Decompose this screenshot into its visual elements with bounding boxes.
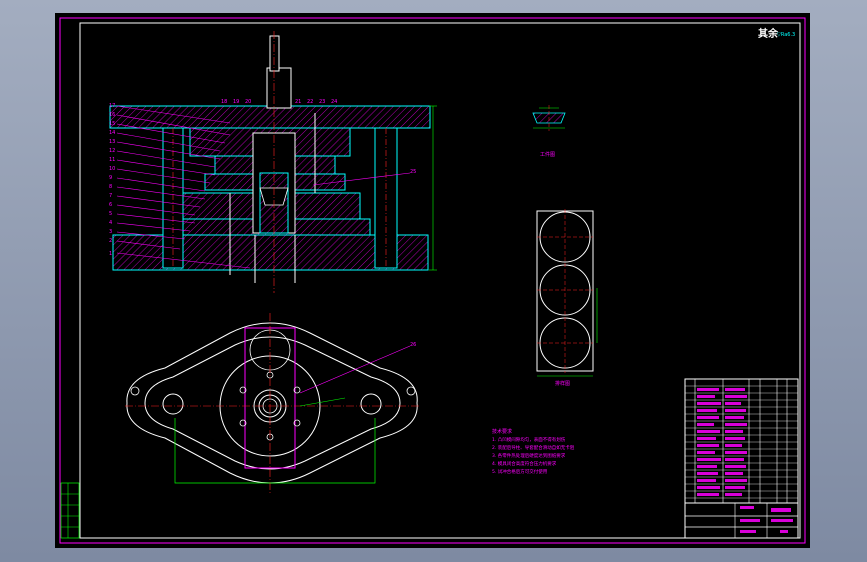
- part-label: 15: [109, 121, 115, 127]
- part-label: 5: [109, 211, 112, 217]
- outer-frame: [59, 17, 806, 544]
- workpiece-view[interactable]: [532, 105, 566, 131]
- part-label: 6: [109, 202, 112, 208]
- part-label: 11: [109, 157, 115, 163]
- part-label: 8: [109, 184, 112, 190]
- part-label: 14: [109, 130, 115, 136]
- tech-line: 5. 试冲合格后方可交付使用: [492, 468, 547, 475]
- tech-title: 技术要求: [492, 428, 512, 435]
- part-label: 3: [109, 229, 112, 235]
- callout-26: 26: [410, 342, 416, 348]
- part-label: 4: [109, 220, 112, 226]
- drawing-sheet[interactable]: 其余 ▽Ra6.3 17 16 15 14 13 12 11 10 9 8 7 …: [55, 13, 810, 548]
- left-stamp: [60, 482, 80, 539]
- layout-label: 排样图: [555, 380, 570, 387]
- tech-line: 4. 模具闭合高度符合压力机要求: [492, 460, 557, 467]
- part-label: 20: [245, 99, 251, 105]
- strip-layout[interactable]: [536, 209, 598, 377]
- corner-note-glyph: 其余: [758, 27, 779, 40]
- part-label: 13: [109, 139, 115, 145]
- tech-line: 1. 凸凹模间隙均匀，表面不得有划伤: [492, 436, 566, 443]
- part-label: 21: [295, 99, 301, 105]
- corner-note-value: ▽Ra6.3: [777, 32, 795, 38]
- section-view[interactable]: [109, 31, 437, 293]
- part-label: 7: [109, 193, 112, 199]
- part-label: 24: [331, 99, 337, 105]
- part-label: 16: [109, 112, 115, 118]
- part-label: 22: [307, 99, 313, 105]
- part-label: 23: [319, 99, 325, 105]
- tech-line: 2. 装配后导柱、导套配合滑动自如无卡阻: [492, 444, 575, 451]
- tech-requirements: 技术要求 1. 凸凹模间隙均匀，表面不得有划伤 2. 装配后导柱、导套配合滑动自…: [492, 428, 575, 475]
- part-label: 9: [109, 175, 112, 181]
- plan-view[interactable]: [125, 313, 420, 493]
- part-label: 10: [109, 166, 115, 172]
- callout-25: 25: [410, 169, 416, 175]
- part-label: 12: [109, 148, 115, 154]
- part-label: 1: [109, 251, 112, 257]
- part-label: 18: [221, 99, 227, 105]
- tech-line: 3. 各零件热处理后硬度达到图纸要求: [492, 452, 566, 459]
- part-labels: 17 16 15 14 13 12 11 10 9 8 7 6 5 4 3 2 …: [109, 103, 115, 257]
- drawing-canvas: 其余 ▽Ra6.3 17 16 15 14 13 12 11 10 9 8 7 …: [59, 17, 806, 544]
- workpiece-label: 工件图: [540, 151, 555, 158]
- inner-frame: [79, 22, 801, 539]
- part-label: 17: [109, 103, 115, 109]
- part-label: 2: [109, 238, 112, 244]
- part-label: 19: [233, 99, 239, 105]
- parts-list[interactable]: [684, 378, 799, 539]
- cad-viewport[interactable]: 其余 ▽Ra6.3 17 16 15 14 13 12 11 10 9 8 7 …: [0, 0, 867, 562]
